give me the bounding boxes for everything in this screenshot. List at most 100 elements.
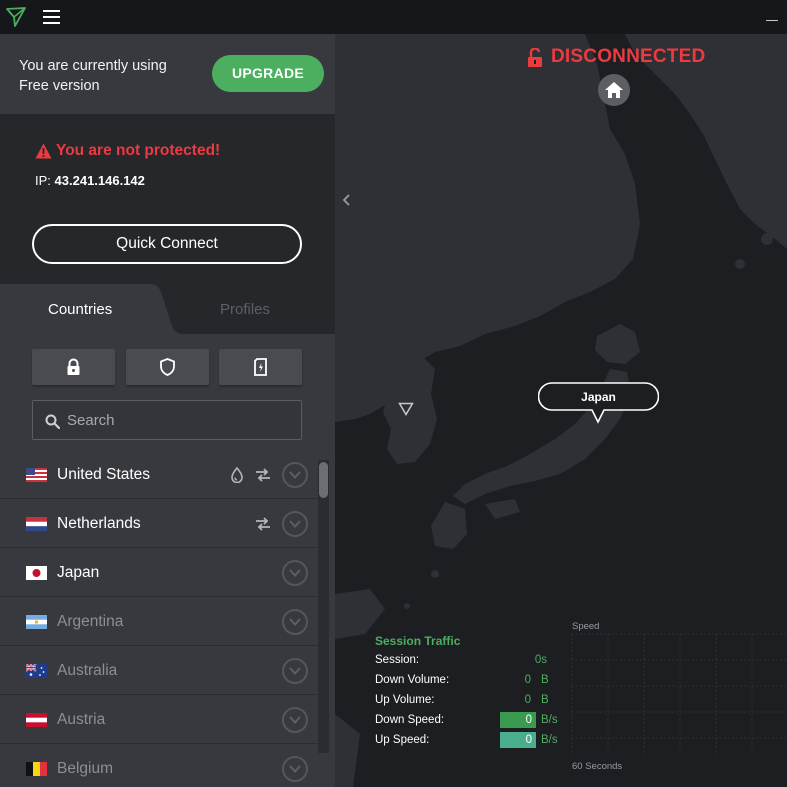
stat-unit: B/s [541, 734, 558, 746]
stat-value: 0 [524, 694, 531, 706]
country-row-netherlands[interactable]: Netherlands [0, 499, 318, 548]
stat-label: Up Volume: [375, 694, 435, 706]
filter-secure-core-button[interactable] [126, 349, 209, 385]
stat-label: Down Speed: [375, 714, 445, 726]
stat-label: Up Speed: [375, 734, 430, 746]
speed-graph-footer: 60 Seconds [572, 761, 623, 772]
stat-down-volume: Down Volume: 0 B [375, 671, 565, 691]
austria-flag-icon [26, 713, 47, 727]
lock-icon [67, 358, 80, 375]
stat-value: 0s [534, 654, 547, 666]
stat-up-speed: Up Speed: 0 B/s [375, 731, 565, 751]
stat-value: 0 [500, 712, 536, 728]
country-row-argentina[interactable]: Argentina [0, 597, 318, 646]
stat-session: Session: 0s [375, 651, 565, 671]
vpn-app-window: You are currently using Free version UPG… [0, 0, 787, 787]
stat-unit: B/s [541, 714, 558, 726]
server-filter-bar [0, 334, 335, 394]
search-icon [45, 414, 60, 429]
country-row-belgium[interactable]: Belgium [0, 744, 318, 787]
protection-warning-text: You are not protected! [56, 142, 221, 159]
chevron-down-icon [289, 765, 301, 773]
scrollbar-thumb[interactable] [319, 462, 328, 498]
speed-graph: Speed 60 Seconds [570, 621, 787, 772]
country-name: Belgium [57, 760, 113, 777]
country-row-australia[interactable]: Australia [0, 646, 318, 695]
expand-chevron-button[interactable] [282, 756, 308, 782]
country-name: Australia [57, 662, 118, 679]
speed-graph-grid [571, 633, 787, 756]
home-location-button[interactable] [598, 74, 630, 106]
secure-core-icon [256, 517, 270, 531]
connection-status: DISCONNECTED [527, 46, 705, 68]
map-pin-label: Japan [581, 390, 616, 404]
chevron-down-icon [289, 569, 301, 577]
stat-up-volume: Up Volume: 0 B [375, 691, 565, 711]
title-bar [0, 0, 787, 34]
country-name: Argentina [57, 613, 124, 630]
stat-label: Down Volume: [375, 674, 450, 686]
country-row-japan[interactable]: Japan [0, 548, 318, 597]
stat-unit: B [541, 674, 549, 686]
server-marker-korea[interactable] [398, 402, 414, 416]
argentina-flag-icon [26, 615, 47, 629]
expand-chevron-button[interactable] [282, 511, 308, 537]
belgium-flag-icon [26, 762, 47, 776]
plan-notice-line2: Free version [19, 78, 100, 94]
country-list: United States Netherlands Japan Argentin… [0, 450, 318, 787]
app-logo-icon [6, 7, 26, 27]
expand-chevron-button[interactable] [282, 462, 308, 488]
filter-streaming-button[interactable] [219, 349, 302, 385]
australia-flag-icon [26, 664, 47, 678]
search-box [32, 400, 302, 440]
expand-chevron-button[interactable] [282, 560, 308, 586]
tab-countries[interactable]: Countries [48, 301, 112, 318]
stat-unit: B [541, 694, 549, 706]
minimize-button[interactable] [766, 20, 778, 21]
chevron-down-icon [289, 520, 301, 528]
stat-value: 0 [500, 732, 536, 748]
ip-value: 43.241.146.142 [54, 173, 145, 188]
search-input[interactable] [67, 401, 295, 439]
filter-secure-button[interactable] [32, 349, 115, 385]
expand-chevron-button[interactable] [282, 609, 308, 635]
home-icon [605, 82, 623, 98]
chevron-down-icon [289, 716, 301, 724]
unlocked-padlock-icon [528, 47, 542, 67]
secure-core-icon [256, 468, 270, 482]
ip-address: IP: 43.241.146.142 [35, 173, 145, 188]
japan-flag-icon [26, 566, 47, 580]
netherlands-flag-icon [26, 517, 47, 531]
sidebar: You are currently using Free version UPG… [0, 34, 335, 787]
sim-card-icon [254, 358, 267, 376]
hamburger-menu-icon[interactable] [42, 8, 62, 26]
connection-status-panel: You are not protected! IP: 43.241.146.14… [0, 114, 335, 284]
chevron-down-icon [289, 667, 301, 675]
shield-icon [160, 358, 175, 376]
upgrade-banner: You are currently using Free version UPG… [0, 34, 335, 114]
tab-profiles[interactable]: Profiles [220, 301, 270, 318]
stat-down-speed: Down Speed: 0 B/s [375, 711, 565, 731]
server-marker-japan[interactable]: Japan [538, 382, 659, 424]
warning-icon [35, 143, 52, 159]
country-name: Netherlands [57, 515, 141, 532]
expand-chevron-button[interactable] [282, 658, 308, 684]
collapse-sidebar-button[interactable] [340, 192, 354, 208]
session-traffic-title: Session Traffic [375, 634, 461, 648]
tab-bar: Countries Profiles [0, 284, 335, 334]
expand-chevron-button[interactable] [282, 707, 308, 733]
stat-label: Session: [375, 654, 420, 666]
connection-status-text: DISCONNECTED [551, 46, 706, 67]
plan-notice: You are currently using Free version [19, 56, 189, 96]
us-flag-icon [26, 468, 47, 482]
country-row-united-states[interactable]: United States [0, 450, 318, 499]
upgrade-button[interactable]: UPGRADE [212, 55, 324, 92]
ip-label: IP: [35, 173, 51, 188]
protection-warning: You are not protected! [35, 142, 220, 160]
plan-notice-line1: You are currently using [19, 58, 167, 74]
country-list-scrollbar[interactable] [318, 460, 329, 753]
chevron-down-icon [289, 471, 301, 479]
country-name: Austria [57, 711, 106, 728]
country-row-austria[interactable]: Austria [0, 695, 318, 744]
quick-connect-button[interactable]: Quick Connect [32, 224, 302, 264]
